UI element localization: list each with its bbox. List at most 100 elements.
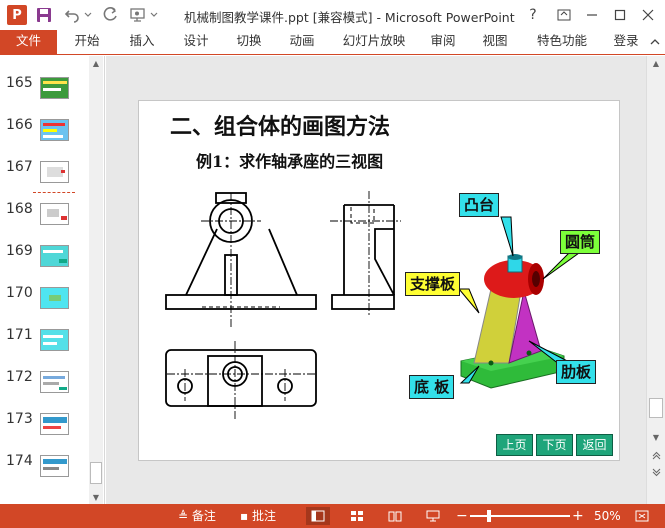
tab-featured[interactable]: 特色功能	[532, 30, 592, 54]
notes-icon: ≜	[178, 509, 189, 523]
callout-rib: 肋板	[556, 360, 597, 384]
next-slide-icon[interactable]	[647, 465, 665, 479]
next-page-button[interactable]: 下页	[536, 434, 573, 456]
slide-number: 173	[6, 411, 33, 427]
zoom-slider-thumb[interactable]	[487, 510, 491, 522]
sign-in-link[interactable]: 登录	[608, 30, 644, 54]
scroll-thumb[interactable]	[649, 398, 663, 418]
slide-number: 172	[6, 369, 33, 385]
tab-home[interactable]: 开始	[68, 30, 106, 54]
powerpoint-app-icon[interactable]: P	[7, 5, 27, 25]
collapse-ribbon-icon[interactable]	[645, 30, 665, 54]
slide-sorter-view-button[interactable]	[345, 507, 369, 525]
customize-qat-icon[interactable]	[149, 4, 159, 26]
thumbnail-slide[interactable]: 172	[0, 369, 88, 411]
tab-transitions[interactable]: 切换	[230, 30, 268, 54]
callout-support-plate: 支撑板	[405, 272, 461, 296]
tab-slideshow[interactable]: 幻灯片放映	[338, 30, 410, 54]
thumbnail-slide[interactable]: 173	[0, 411, 88, 453]
current-slide[interactable]: 二、组合体的画图方法 例1：求作轴承座的三视图 凸台 圆筒 支撑板 肋板 底 板…	[138, 100, 620, 461]
zoom-in-button[interactable]: +	[572, 504, 584, 528]
slide-sorter-icon	[351, 511, 363, 521]
thumbnail-slide[interactable]: 169	[0, 243, 88, 285]
zoom-slider[interactable]	[470, 515, 570, 517]
save-icon[interactable]	[33, 4, 55, 26]
slide-thumbnail[interactable]	[40, 413, 69, 435]
scroll-down-arrow-icon[interactable]: ▼	[89, 490, 103, 504]
reading-view-icon	[388, 511, 402, 522]
zoom-out-button[interactable]: −	[456, 504, 468, 528]
window-title: 机械制图教学课件.ppt [兼容模式] - Microsoft PowerPoi…	[184, 10, 515, 25]
slideshow-view-button[interactable]	[421, 507, 445, 525]
title-bar: P 机械制图教学课件.ppt [兼容模式] - Microsoft PowerP…	[0, 0, 665, 30]
previous-slide-icon[interactable]	[647, 448, 665, 462]
slide-number: 169	[6, 243, 33, 259]
tab-view[interactable]: 视图	[476, 30, 514, 54]
comments-button[interactable]: ▪ 批注	[240, 504, 276, 528]
slide-number: 171	[6, 327, 33, 343]
prev-page-button[interactable]: 上页	[496, 434, 533, 456]
scroll-thumb[interactable]	[90, 462, 102, 484]
callout-base-plate: 底 板	[409, 375, 455, 399]
thumbnail-slide[interactable]: 170	[0, 285, 88, 327]
minimize-icon[interactable]	[578, 0, 606, 30]
ribbon-display-options-icon[interactable]	[550, 0, 578, 30]
scroll-down-arrow-icon[interactable]: ▼	[647, 430, 665, 444]
scroll-up-arrow-icon[interactable]: ▲	[89, 56, 103, 70]
tab-animations[interactable]: 动画	[283, 30, 321, 54]
zoom-level[interactable]: 50%	[594, 504, 621, 528]
maximize-icon[interactable]	[606, 0, 634, 30]
thumbnail-slide[interactable]: 165	[0, 75, 88, 117]
undo-icon[interactable]	[61, 4, 83, 26]
fit-slide-to-window-button[interactable]	[630, 507, 654, 525]
slide-thumbnails-pane[interactable]: 165 166 167 168 169 170 171 172 173 174 …	[0, 56, 105, 504]
thumbnail-slide[interactable]: 174	[0, 453, 88, 495]
thumbnail-slide[interactable]: 168	[0, 201, 88, 243]
status-bar: ≜ 备注 ▪ 批注 − + 50%	[0, 504, 665, 528]
undo-dropdown-icon[interactable]	[83, 4, 93, 26]
notes-button[interactable]: ≜ 备注	[178, 504, 216, 528]
slide-number: 165	[6, 75, 33, 91]
slide-number: 174	[6, 453, 33, 469]
normal-view-icon	[311, 510, 325, 522]
slide-vertical-scrollbar[interactable]: ▲ ▼	[646, 56, 665, 504]
slide-thumbnail[interactable]	[40, 329, 69, 351]
tab-review[interactable]: 审阅	[424, 30, 462, 54]
slide-editing-area[interactable]: 二、组合体的画图方法 例1：求作轴承座的三视图 凸台 圆筒 支撑板 肋板 底 板…	[106, 56, 646, 504]
scroll-up-arrow-icon[interactable]: ▲	[647, 56, 665, 70]
help-button[interactable]: ?	[519, 0, 547, 30]
three-view-drawing	[165, 191, 581, 421]
thumbnails-scrollbar[interactable]: ▲ ▼	[89, 56, 103, 504]
present-from-start-icon[interactable]	[127, 4, 149, 26]
slide-thumbnail[interactable]	[40, 371, 69, 393]
reading-view-button[interactable]	[383, 507, 407, 525]
notes-label: 备注	[191, 509, 216, 523]
thumbnail-slide[interactable]: 171	[0, 327, 88, 369]
fit-to-window-icon	[635, 510, 649, 522]
thumbnail-slide[interactable]: 167	[0, 159, 88, 201]
callout-cylinder: 圆筒	[560, 230, 601, 254]
slide-thumbnail[interactable]	[40, 455, 69, 477]
thumbnail-slide[interactable]: 166	[0, 117, 88, 159]
slide-number: 167	[6, 159, 33, 175]
slide-number: 168	[6, 201, 33, 217]
close-icon[interactable]	[634, 0, 662, 30]
slideshow-icon	[426, 510, 440, 522]
slide-thumbnail[interactable]	[40, 203, 69, 225]
return-button[interactable]: 返回	[576, 434, 613, 456]
redo-icon[interactable]	[99, 4, 121, 26]
ribbon-tabs: 文件 开始 插入 设计 切换 动画 幻灯片放映 审阅 视图 特色功能 登录	[0, 30, 665, 55]
slide-thumbnail[interactable]	[40, 287, 69, 309]
insertion-marker	[33, 192, 75, 193]
slide-thumbnail[interactable]	[40, 119, 69, 141]
slide-number: 170	[6, 285, 33, 301]
tab-insert[interactable]: 插入	[123, 30, 161, 54]
slide-thumbnail[interactable]	[40, 245, 69, 267]
normal-view-button[interactable]	[306, 507, 330, 525]
tab-design[interactable]: 设计	[177, 30, 215, 54]
slide-thumbnail[interactable]	[40, 161, 69, 183]
tab-file[interactable]: 文件	[0, 30, 57, 54]
slide-thumbnail[interactable]	[40, 77, 69, 99]
comment-icon: ▪	[240, 509, 249, 523]
callout-boss: 凸台	[459, 193, 500, 217]
